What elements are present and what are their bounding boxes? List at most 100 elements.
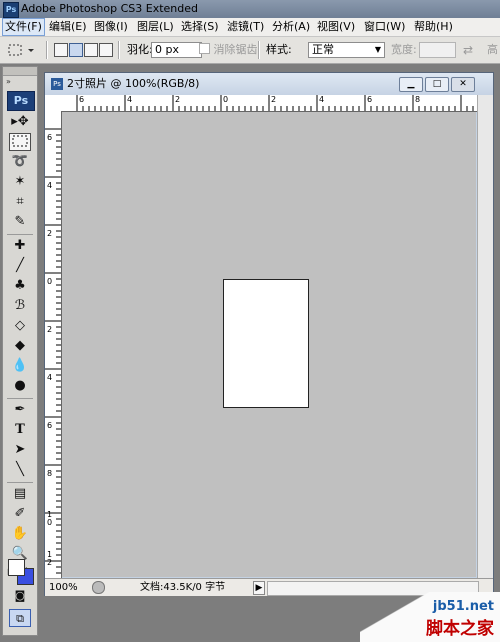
feather-label: 羽化: bbox=[127, 43, 153, 56]
canvas-area[interactable] bbox=[62, 112, 476, 577]
status-info-icon[interactable] bbox=[92, 581, 105, 594]
tools-divider bbox=[7, 482, 33, 483]
paint-bucket-tool-icon[interactable]: ◆ bbox=[9, 337, 31, 355]
line-tool-icon[interactable]: ╲ bbox=[9, 461, 31, 479]
hand-tool-icon[interactable]: ✋ bbox=[9, 525, 31, 543]
collapse-panel-icon[interactable]: » bbox=[6, 77, 11, 86]
new-selection-icon[interactable] bbox=[54, 43, 68, 57]
healing-brush-tool-icon[interactable]: ✚ bbox=[9, 237, 31, 255]
lasso-tool-icon[interactable]: ➰ bbox=[9, 153, 31, 171]
menu-bar: 文件(F) 编辑(E) 图像(I) 图层(L) 选择(S) 滤镜(T) 分析(A… bbox=[0, 18, 500, 37]
feather-input[interactable]: 0 px bbox=[151, 42, 202, 58]
ruler-label: 0 bbox=[47, 277, 53, 286]
app-title-bar: Ps Adobe Photoshop CS3 Extended bbox=[0, 0, 500, 18]
menu-view[interactable]: 视图(V) bbox=[315, 18, 357, 36]
vertical-scrollbar[interactable] bbox=[477, 95, 493, 578]
style-label: 样式: bbox=[266, 43, 292, 56]
ruler-label: 2 bbox=[175, 95, 181, 104]
zoom-level[interactable]: 100% bbox=[49, 579, 78, 596]
ruler-label: 8 bbox=[415, 95, 421, 104]
app-title: Adobe Photoshop CS3 Extended bbox=[21, 2, 198, 15]
menu-edit[interactable]: 编辑(E) bbox=[47, 18, 89, 36]
path-selection-tool-icon[interactable]: ➤ bbox=[9, 441, 31, 459]
foreground-color-swatch[interactable] bbox=[8, 559, 25, 576]
ruler-label: 6 bbox=[47, 133, 53, 142]
vertical-ruler[interactable]: 6 4 2 0 2 4 6 8 10 12 bbox=[45, 111, 62, 578]
ruler-label: 0 bbox=[223, 95, 229, 104]
watermark: jb51.net 脚本之家 bbox=[360, 592, 500, 642]
status-menu-arrow-icon[interactable]: ▶ bbox=[253, 581, 265, 595]
add-selection-icon[interactable] bbox=[69, 43, 83, 57]
type-tool-icon[interactable]: T bbox=[9, 421, 31, 439]
options-separator bbox=[46, 41, 48, 59]
antialias-checkbox-box bbox=[199, 43, 210, 54]
menu-analysis[interactable]: 分析(A) bbox=[270, 18, 312, 36]
antialias-checkbox[interactable]: 消除锯齿 bbox=[199, 42, 258, 58]
chevron-down-icon: ▼ bbox=[374, 45, 381, 54]
horizontal-ruler[interactable]: 6 4 2 0 2 4 6 8 bbox=[61, 95, 477, 112]
document-icon: Ps bbox=[51, 78, 63, 90]
maximize-button[interactable]: □ bbox=[425, 77, 449, 92]
tools-panel-grip[interactable] bbox=[3, 67, 37, 76]
marquee-tool-preset-icon[interactable] bbox=[6, 42, 36, 58]
pen-tool-icon[interactable]: ✒ bbox=[9, 401, 31, 419]
tools-divider bbox=[7, 234, 33, 235]
style-select-value: 正常 bbox=[312, 43, 334, 56]
blur-tool-icon[interactable]: 💧 bbox=[9, 357, 31, 375]
menu-filter[interactable]: 滤镜(T) bbox=[225, 18, 266, 36]
ruler-label: 4 bbox=[47, 373, 53, 382]
options-separator bbox=[258, 41, 260, 59]
ruler-label: 6 bbox=[47, 421, 53, 430]
document-size: 文档:43.5K/0 字节 bbox=[140, 582, 226, 593]
document-title-bar[interactable]: Ps 2寸照片 @ 100%(RGB/8) ▁ □ ✕ bbox=[45, 73, 493, 95]
ruler-label: 6 bbox=[79, 95, 85, 104]
ruler-label: 4 bbox=[127, 95, 133, 104]
ruler-label: 2 bbox=[47, 325, 53, 334]
style-select[interactable]: 正常 ▼ bbox=[308, 42, 385, 58]
tool-options-bar: 羽化: 0 px 消除锯齿 样式: 正常 ▼ 宽度: ⇄ 高 bbox=[0, 37, 500, 64]
ruler-label: 4 bbox=[47, 181, 53, 190]
quick-mask-icon[interactable]: ◙ bbox=[9, 587, 31, 605]
height-label: 高 bbox=[487, 43, 498, 56]
close-button[interactable]: ✕ bbox=[451, 77, 475, 92]
eraser-tool-icon[interactable]: ◇ bbox=[9, 317, 31, 335]
antialias-label: 消除锯齿 bbox=[213, 43, 258, 56]
minimize-button[interactable]: ▁ bbox=[399, 77, 423, 92]
menu-layer[interactable]: 图层(L) bbox=[135, 18, 176, 36]
screen-mode-icon[interactable]: ⧉ bbox=[9, 609, 31, 627]
intersect-selection-icon[interactable] bbox=[99, 43, 113, 57]
menu-help[interactable]: 帮助(H) bbox=[412, 18, 455, 36]
ruler-label: 2 bbox=[271, 95, 277, 104]
eyedropper-tool-icon[interactable]: ✐ bbox=[9, 505, 31, 523]
history-brush-tool-icon[interactable]: ℬ bbox=[9, 297, 31, 315]
tools-divider bbox=[7, 398, 33, 399]
notes-tool-icon[interactable]: ▤ bbox=[9, 485, 31, 503]
width-input[interactable] bbox=[419, 42, 456, 58]
ruler-label: 2 bbox=[47, 229, 53, 238]
clone-stamp-tool-icon[interactable]: ♣ bbox=[9, 277, 31, 295]
watermark-site: jb51.net bbox=[432, 599, 494, 614]
menu-file[interactable]: 文件(F) bbox=[2, 18, 45, 36]
slice-tool-icon[interactable]: ✎ bbox=[9, 213, 31, 231]
photoshop-logo[interactable]: Ps bbox=[7, 91, 35, 111]
image-canvas[interactable] bbox=[223, 279, 309, 408]
crop-tool-icon[interactable]: ⌗ bbox=[9, 193, 31, 211]
move-tool-icon[interactable]: ▸✥ bbox=[9, 113, 31, 131]
rectangular-marquee-tool-icon[interactable] bbox=[9, 133, 31, 151]
ruler-label: 10 bbox=[47, 510, 53, 527]
ruler-label: 12 bbox=[47, 550, 53, 567]
ruler-label: 4 bbox=[319, 95, 325, 104]
menu-window[interactable]: 窗口(W) bbox=[362, 18, 407, 36]
photoshop-app-icon: Ps bbox=[3, 2, 19, 18]
ruler-label: 8 bbox=[47, 469, 53, 478]
options-separator bbox=[118, 41, 120, 59]
menu-image[interactable]: 图像(I) bbox=[92, 18, 130, 36]
subtract-selection-icon[interactable] bbox=[84, 43, 98, 57]
ruler-label: 6 bbox=[367, 95, 373, 104]
ruler-origin[interactable] bbox=[45, 95, 62, 112]
brush-tool-icon[interactable]: ╱ bbox=[9, 257, 31, 275]
swap-icon[interactable]: ⇄ bbox=[463, 42, 473, 58]
magic-wand-tool-icon[interactable]: ✶ bbox=[9, 173, 31, 191]
dodge-tool-icon[interactable]: ● bbox=[9, 377, 31, 395]
menu-select[interactable]: 选择(S) bbox=[179, 18, 221, 36]
